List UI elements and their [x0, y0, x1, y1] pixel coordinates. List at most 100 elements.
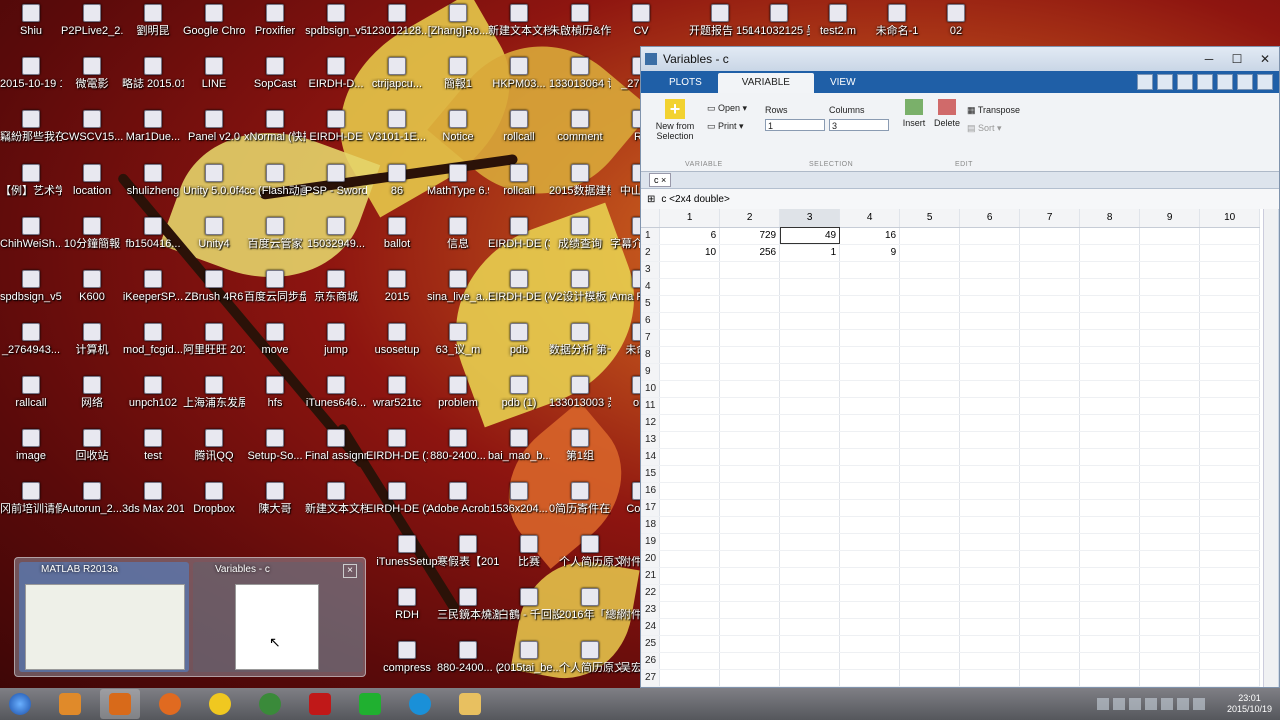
table-cell[interactable] [659, 465, 721, 483]
row-header[interactable]: 2 [641, 244, 661, 262]
taskbar-explorer[interactable] [450, 689, 490, 719]
table-cell[interactable] [1079, 363, 1141, 381]
column-header[interactable]: 7 [1019, 209, 1081, 228]
table-cell[interactable] [779, 329, 841, 347]
table-cell[interactable] [959, 465, 1021, 483]
table-cell[interactable] [719, 295, 781, 313]
table-cell[interactable] [779, 669, 841, 687]
table-cell[interactable] [1079, 499, 1141, 517]
print-button[interactable]: ▭ Print ▾ [707, 121, 744, 132]
desktop-icon[interactable]: 微電影 [61, 57, 123, 91]
desktop-icon[interactable]: 2016年「總統府新年... [559, 588, 621, 622]
table-cell[interactable] [899, 669, 961, 687]
desktop-icon[interactable]: Panel v2.0 [183, 110, 245, 144]
table-cell[interactable] [839, 431, 901, 449]
desktop-icon[interactable]: 腾讯QQ [183, 429, 245, 463]
table-cell[interactable] [839, 380, 901, 398]
tray-icon-1[interactable] [1096, 698, 1109, 710]
sort-button[interactable]: ▤ Sort ▾ [967, 123, 1002, 134]
row-header[interactable]: 4 [641, 278, 661, 296]
table-cell[interactable] [1019, 397, 1081, 415]
table-cell[interactable] [1199, 380, 1261, 398]
preview-matlab[interactable]: MATLAB R2013a [19, 562, 189, 672]
table-cell[interactable] [899, 431, 961, 449]
table-cell[interactable] [959, 482, 1021, 500]
redo-icon[interactable] [1237, 74, 1253, 90]
row-header[interactable]: 21 [641, 567, 661, 585]
table-cell[interactable] [1079, 278, 1141, 296]
table-cell[interactable] [1019, 584, 1081, 602]
table-cell[interactable] [1019, 669, 1081, 687]
table-cell[interactable] [1139, 465, 1201, 483]
table-cell[interactable] [839, 465, 901, 483]
table-cell[interactable] [1199, 431, 1261, 449]
desktop-icon[interactable]: shulizheng [122, 164, 184, 198]
table-cell[interactable] [1079, 584, 1141, 602]
table-cell[interactable] [899, 380, 961, 398]
tab-variable[interactable]: VARIABLE [717, 73, 814, 93]
desktop-icon[interactable]: EIRDH-D... [305, 57, 367, 91]
desktop-icon[interactable]: test [122, 429, 184, 463]
desktop-icon[interactable]: mod_fcgid... [122, 323, 184, 357]
table-cell[interactable] [779, 363, 841, 381]
desktop-icon[interactable]: 朱啟楨历&作品 [549, 4, 611, 38]
table-cell[interactable] [1199, 227, 1261, 245]
table-cell[interactable] [1019, 652, 1081, 670]
table-cell[interactable] [899, 584, 961, 602]
table-cell[interactable] [779, 601, 841, 619]
table-cell[interactable] [839, 261, 901, 279]
taskbar-flash[interactable] [300, 689, 340, 719]
help-icon[interactable] [1257, 74, 1273, 90]
table-cell[interactable] [719, 584, 781, 602]
taskbar-firefox[interactable] [150, 689, 190, 719]
taskbar-chrome[interactable] [250, 689, 290, 719]
desktop-icon[interactable]: problem [427, 376, 489, 410]
row-header[interactable]: 17 [641, 499, 661, 517]
desktop-icon[interactable]: rollcall [488, 110, 550, 144]
table-cell[interactable] [1199, 635, 1261, 653]
table-cell[interactable] [779, 278, 841, 296]
column-header[interactable]: 4 [839, 209, 901, 228]
table-cell[interactable] [899, 346, 961, 364]
row-header[interactable]: 11 [641, 397, 661, 415]
table-cell[interactable] [839, 414, 901, 432]
table-cell[interactable] [1019, 295, 1081, 313]
desktop-icon[interactable]: Unity 5.0.0f4 (64-bit) [183, 164, 245, 198]
table-cell[interactable] [1019, 618, 1081, 636]
table-cell[interactable] [719, 465, 781, 483]
desktop-icon[interactable]: ChihWeiSh... 中山大學圖... [0, 217, 62, 251]
desktop-icon[interactable]: 0简历寄件在地址 [549, 482, 611, 516]
desktop-icon[interactable]: SopCast [244, 57, 306, 91]
table-cell[interactable] [1079, 329, 1141, 347]
row-header[interactable]: 3 [641, 261, 661, 279]
desktop-icon[interactable]: xNormal (快捷方式) [244, 110, 306, 144]
table-cell[interactable]: 256 [719, 244, 781, 262]
table-cell[interactable] [1019, 329, 1081, 347]
table-cell[interactable] [779, 584, 841, 602]
table-cell[interactable] [659, 312, 721, 330]
desktop-icon[interactable]: test2.m [807, 4, 869, 38]
desktop-icon[interactable]: EIRDH-DE [305, 110, 367, 144]
desktop-icon[interactable]: 陳大哥 [244, 482, 306, 516]
variables-window[interactable]: Variables - c ─ ☐ ✕ PLOTS VARIABLE VIEW … [640, 46, 1280, 688]
table-cell[interactable] [1019, 448, 1081, 466]
desktop-icon[interactable]: 2015tai_be... [498, 641, 560, 675]
desktop-icon[interactable]: 计算机 [61, 323, 123, 357]
table-cell[interactable] [779, 295, 841, 313]
table-cell[interactable] [719, 652, 781, 670]
desktop-icon[interactable]: bai_mao_b... [488, 429, 550, 463]
table-cell[interactable] [1139, 329, 1201, 347]
table-cell[interactable] [659, 448, 721, 466]
table-cell[interactable] [1079, 448, 1141, 466]
desktop-icon[interactable]: 网络 [61, 376, 123, 410]
table-cell[interactable] [779, 431, 841, 449]
desktop-icon[interactable]: comment [549, 110, 611, 144]
insert-button[interactable]: Insert [899, 99, 929, 128]
taskbar-matlab[interactable] [100, 689, 140, 719]
paste-icon[interactable] [1197, 74, 1213, 90]
table-cell[interactable] [719, 567, 781, 585]
desktop-icon[interactable]: 141032125 吴宏玮(1) [748, 4, 810, 38]
table-cell[interactable] [959, 278, 1021, 296]
table-cell[interactable] [1139, 227, 1201, 245]
table-cell[interactable] [959, 533, 1021, 551]
